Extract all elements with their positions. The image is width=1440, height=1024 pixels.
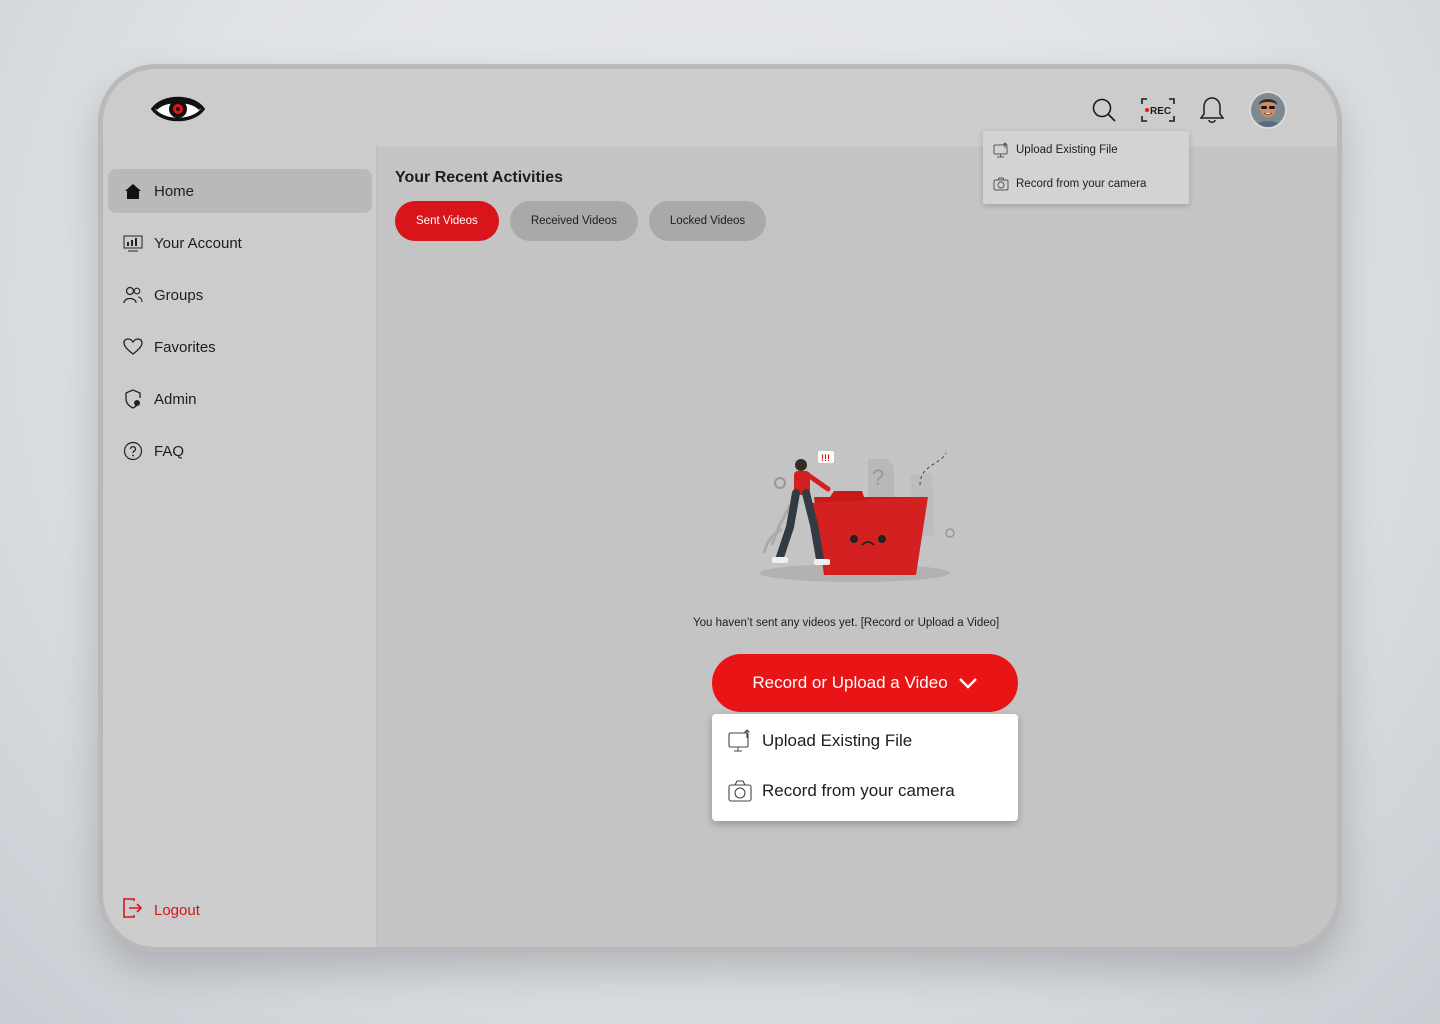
logout-label: Logout [154,902,200,919]
rec-icon[interactable]: REC [1141,95,1175,125]
dashboard-icon [123,233,143,253]
sidebar-item-label: FAQ [154,442,185,460]
main-content: Your Recent Activities Sent Videos Recei… [378,147,1337,947]
sidebar-item-your-account[interactable]: Your Account [108,221,372,265]
question-icon [123,441,143,461]
sidebar-item-admin[interactable]: Admin [108,377,372,421]
sidebar-item-faq[interactable]: FAQ [108,429,372,473]
heart-icon [123,337,143,357]
chevron-down-icon [958,678,977,689]
avatar[interactable] [1249,91,1287,129]
svg-text:?: ? [872,465,884,490]
search-icon[interactable] [1089,95,1119,125]
menu-item-upload-label: Upload Existing File [762,731,913,750]
sidebar-item-label: Groups [154,286,204,304]
sidebar-item-favorites[interactable]: Favorites [108,325,372,369]
tab-locked-videos[interactable]: Locked Videos [648,201,767,241]
sidebar-item-label: Your Account [154,234,242,252]
sidebar-item-label: Admin [154,390,197,408]
empty-folder-illustration: ? !!! [760,451,955,582]
tab-received-videos[interactable]: Received Videos [509,201,638,241]
sidebar-nav: Home Your Account Groups Favorites Admin… [108,169,372,481]
top-bar-actions: REC [1089,91,1287,129]
menu-item-upload-file[interactable]: Upload Existing File [712,716,1018,766]
camera-icon [728,780,752,802]
device-frame: REC Upload Existing File Record from you… [98,64,1342,952]
top-bar: REC Upload Existing File Record from you… [103,69,1337,204]
bell-icon[interactable] [1197,95,1227,125]
logout-button[interactable]: Logout [123,898,200,923]
sidebar-item-groups[interactable]: Groups [108,273,372,317]
app-screen: REC Upload Existing File Record from you… [103,69,1337,947]
eye-logo-icon[interactable] [151,89,205,129]
menu-item-record-camera[interactable]: Record from your camera [712,766,1018,816]
sidebar: Home Your Account Groups Favorites Admin… [103,147,377,947]
menu-item-record-label: Record from your camera [762,781,955,800]
record-upload-button[interactable]: Record or Upload a Video [712,654,1018,712]
activity-tabs: Sent Videos Received Videos Locked Video… [395,201,777,241]
home-icon [123,181,143,201]
svg-text:!!!: !!! [821,453,830,463]
sidebar-item-home[interactable]: Home [108,169,372,213]
rec-label: REC [1150,106,1171,117]
record-upload-label: Record or Upload a Video [752,673,948,692]
tab-sent-videos[interactable]: Sent Videos [395,201,499,241]
empty-state-message: You haven’t sent any videos yet. [Record… [693,617,1000,629]
page-title: Your Recent Activities [395,169,564,186]
logout-icon [123,898,143,923]
users-icon [123,285,143,305]
sidebar-item-label: Home [154,182,195,200]
upload-icon [728,729,750,752]
shield-icon [123,389,143,409]
upload-dropdown-menu: Upload Existing File Record from your ca… [712,714,1018,821]
sidebar-item-label: Favorites [154,338,216,356]
